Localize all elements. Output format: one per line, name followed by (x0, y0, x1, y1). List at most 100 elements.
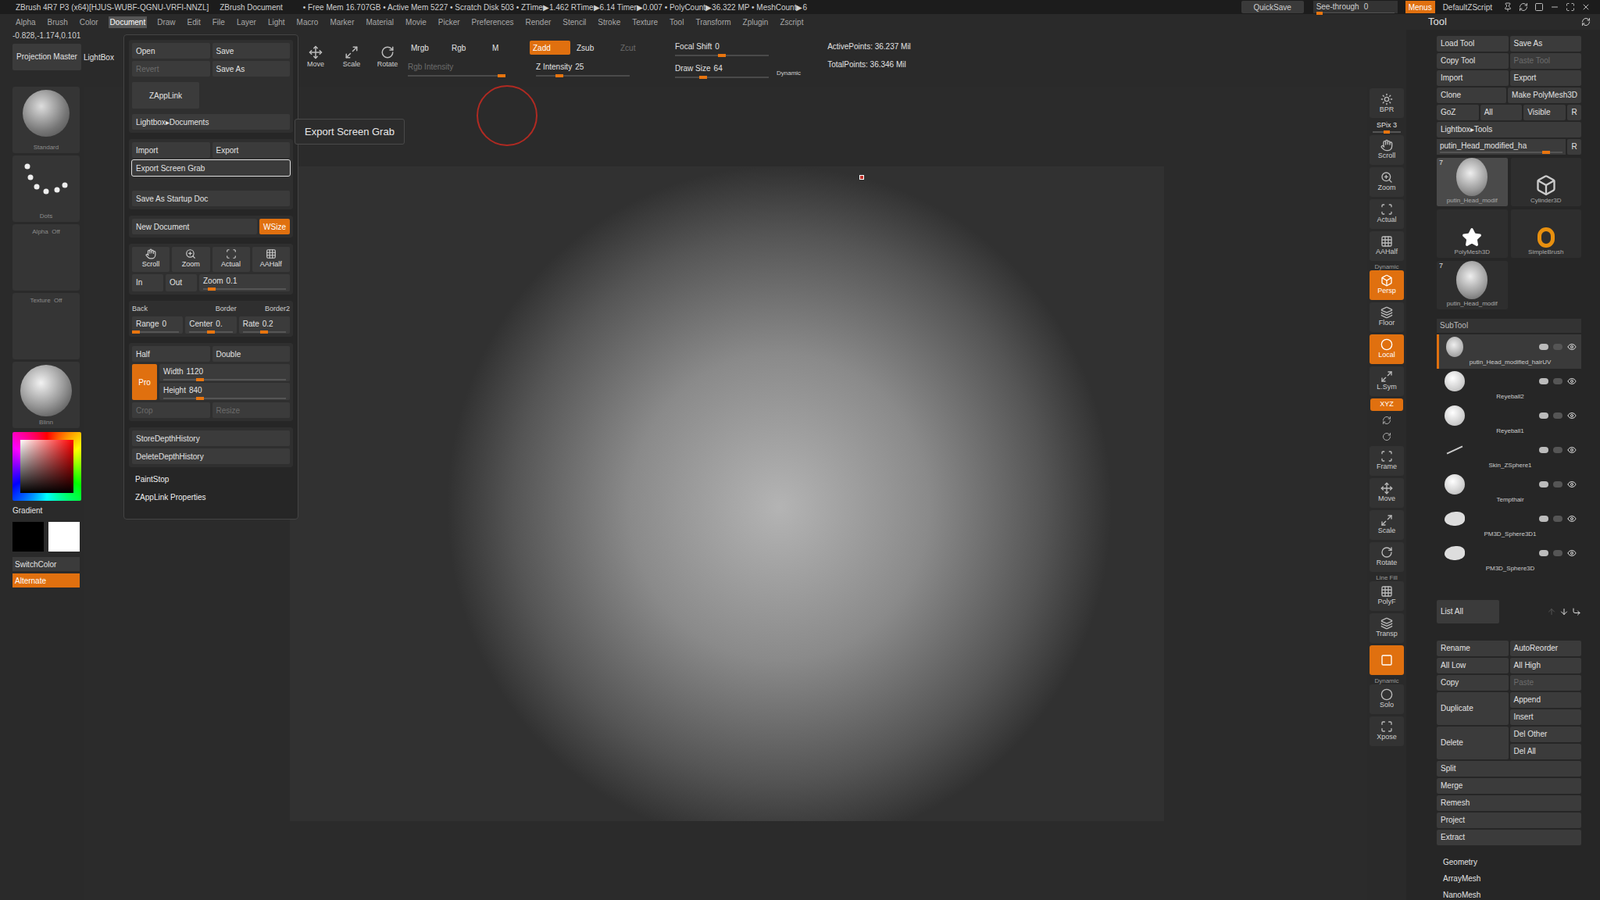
tool-button[interactable]: Import (1436, 70, 1509, 86)
export-button[interactable]: Export (212, 142, 291, 158)
window-control-icon[interactable] (1565, 2, 1575, 12)
half-button[interactable]: Half (132, 346, 211, 362)
subtool-item[interactable]: Reyeball1 (1436, 403, 1582, 438)
shelf-button[interactable]: Local (1369, 334, 1404, 365)
transform-button[interactable]: Scale (335, 45, 368, 71)
shelf-button[interactable]: Rotate (1369, 542, 1404, 572)
center-slider[interactable]: Center0. (185, 316, 236, 334)
menu-item[interactable]: Zplugin (741, 16, 771, 29)
tool-thumbnail[interactable]: 7putin_Head_modif (1436, 157, 1508, 207)
menu-item[interactable]: Transform (693, 16, 733, 29)
tool-button[interactable]: Clone (1436, 87, 1507, 104)
menu-item[interactable]: Brush (46, 16, 70, 29)
subtool-action-button[interactable]: Remesh (1436, 795, 1582, 811)
tool-button[interactable]: Paste Tool (1510, 53, 1583, 69)
double-button[interactable]: Double (212, 346, 291, 362)
nav-button[interactable]: Actual (212, 246, 250, 272)
main-color-swatch[interactable] (12, 521, 44, 552)
subtool-item[interactable]: putin_Head_modified_hairUV (1436, 334, 1582, 369)
shelf-mini-button[interactable] (1378, 429, 1395, 444)
channel-button[interactable]: Rgb (448, 40, 486, 55)
subtool-action-button[interactable]: Merge (1436, 778, 1582, 794)
channel-button[interactable]: M (489, 40, 527, 55)
delete-depth-history-button[interactable]: DeleteDepthHistory (132, 448, 290, 465)
menus-button[interactable]: Menus (1405, 0, 1436, 14)
move-in-icon[interactable] (1571, 607, 1582, 617)
menu-item[interactable]: Stencil (560, 16, 588, 29)
zoom-slider[interactable]: Zoom0.1 (199, 274, 290, 292)
z-mode-button[interactable]: Zadd (529, 40, 571, 55)
shelf-pill[interactable]: XYZ (1370, 398, 1404, 411)
subtool-action-button[interactable]: Extract (1436, 829, 1582, 846)
import-button[interactable]: Import (132, 142, 211, 158)
list-all-button[interactable]: List All (1436, 600, 1500, 624)
z-mode-button[interactable]: Zsub (573, 40, 615, 55)
menu-item[interactable]: Alpha (14, 16, 38, 29)
document-render[interactable] (289, 166, 1165, 822)
menu-item[interactable]: Render (524, 16, 554, 29)
visibility-icon[interactable] (1567, 548, 1577, 558)
revert-button[interactable]: Revert (132, 60, 211, 77)
visibility-icon[interactable] (1567, 479, 1577, 490)
paint-stop[interactable]: PaintStop (135, 473, 293, 486)
tray-tile[interactable]: Standard (12, 86, 80, 154)
subtool-action-button[interactable]: Del All (1510, 743, 1583, 760)
window-control-icon[interactable] (1581, 2, 1591, 12)
back-button[interactable]: Back (132, 303, 183, 315)
subtool-item[interactable]: PM3D_Sphere3D (1436, 540, 1582, 575)
menu-item[interactable]: Light (266, 16, 287, 29)
tool-button[interactable]: Lightbox▸Tools (1436, 121, 1582, 138)
pro-button[interactable]: Pro (132, 364, 158, 400)
shelf-button[interactable]: Transp (1369, 613, 1404, 643)
subtool-item[interactable]: PM3D_Sphere3D1 (1436, 506, 1582, 541)
zapplink-properties[interactable]: ZAppLink Properties (135, 491, 293, 504)
visibility-icon[interactable] (1567, 514, 1577, 524)
subtool-action-button[interactable]: All High (1510, 657, 1583, 674)
tool-thumbnail[interactable]: SimpleBrush (1510, 209, 1583, 258)
subtool-item[interactable]: Skin_ZSphere1 (1436, 437, 1582, 472)
window-control-icon[interactable] (1503, 2, 1513, 12)
visibility-icon[interactable] (1567, 376, 1577, 386)
shelf-button[interactable]: Solo (1369, 684, 1404, 715)
shelf-button[interactable]: Move (1369, 478, 1404, 508)
shelf-button[interactable]: Scroll (1369, 135, 1404, 165)
menu-item[interactable]: Marker (328, 16, 356, 29)
menu-item[interactable]: Zscript (778, 16, 805, 29)
subtool-action-button[interactable]: Delete (1436, 726, 1509, 760)
panel-section-header[interactable]: ArrayMesh (1442, 872, 1582, 885)
menu-item[interactable]: File (210, 16, 227, 29)
menu-item[interactable]: Movie (403, 16, 429, 29)
tool-thumbnail[interactable]: Cylinder3D (1510, 157, 1583, 207)
zapplink-button[interactable]: ZAppLink (132, 82, 200, 109)
height-slider[interactable]: Height840 (159, 382, 290, 400)
subtool-action-button[interactable]: Project (1436, 812, 1582, 829)
width-slider[interactable]: Width1120 (159, 364, 290, 382)
subtool-action-button[interactable]: Copy (1436, 675, 1509, 691)
transform-button[interactable]: Rotate (371, 45, 404, 71)
menu-item[interactable]: Layer (235, 16, 258, 29)
shelf-mini-button[interactable] (1378, 413, 1395, 428)
tray-tile[interactable]: Texture Off (12, 292, 80, 360)
tool-button[interactable]: Copy Tool (1436, 53, 1509, 69)
panel-section-header[interactable]: Geometry (1442, 856, 1582, 868)
subtool-header[interactable]: SubTool (1436, 318, 1582, 333)
zoom-in-button[interactable]: In (132, 274, 164, 292)
shelf-button[interactable]: Frame (1369, 446, 1404, 476)
z-intensity-slider[interactable]: Z Intensity25 (535, 60, 630, 77)
shelf-button[interactable]: Scale (1369, 510, 1404, 540)
new-document-button[interactable]: New Document (132, 218, 258, 235)
tool-button[interactable]: Make PolyMesh3D (1507, 87, 1582, 104)
transform-button[interactable]: Move (300, 45, 332, 71)
gradient-label[interactable]: Gradient (12, 504, 43, 517)
shelf-button[interactable]: Xpose (1369, 716, 1404, 747)
shelf-button[interactable]: Persp (1369, 270, 1404, 300)
shelf-button[interactable]: AAHalf (1369, 231, 1404, 261)
tray-tile[interactable]: Blinn (12, 361, 80, 429)
crop-button[interactable]: Crop (132, 402, 211, 418)
z-mode-button[interactable]: Zcut (617, 40, 658, 55)
save-startup-doc-button[interactable]: Save As Startup Doc (132, 190, 290, 207)
menu-item[interactable]: Material (364, 16, 397, 29)
border2-button[interactable]: Border2 (239, 303, 290, 315)
window-control-icon[interactable] (1518, 2, 1529, 12)
projection-master-button[interactable]: Projection Master (12, 43, 82, 71)
